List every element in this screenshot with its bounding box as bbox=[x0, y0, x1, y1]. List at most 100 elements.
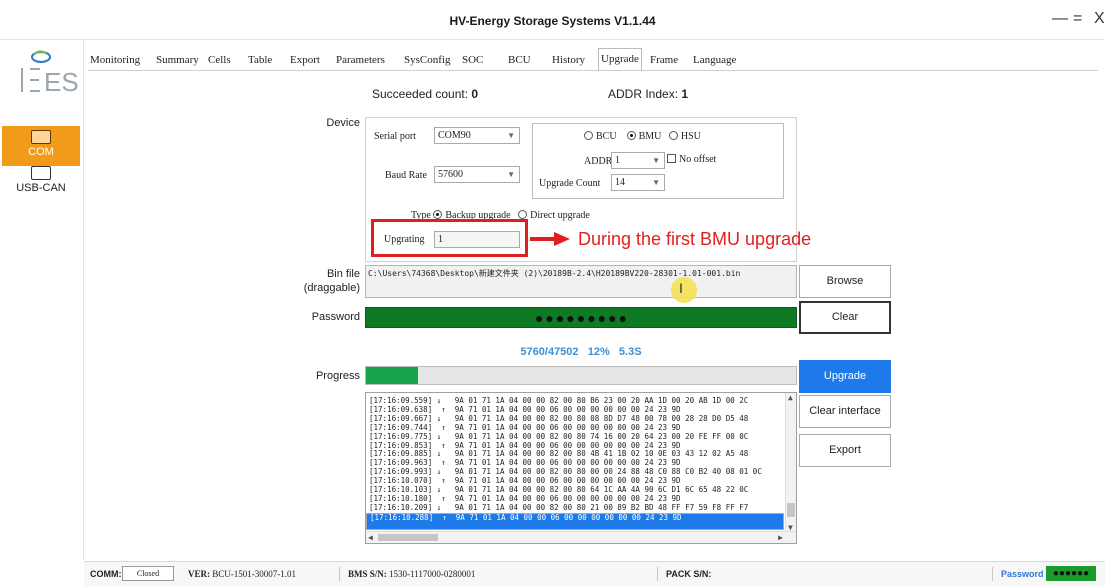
progress-time: 5.3S bbox=[618, 346, 642, 358]
log-line: [17:16:09.775] ↓ 9A 01 71 1A 04 00 00 82… bbox=[369, 431, 749, 441]
serial-port-label: Serial port bbox=[374, 131, 416, 142]
log-line: [17:16:09.885] ↓ 9A 01 71 1A 04 00 00 82… bbox=[369, 449, 749, 459]
log-line: [17:16:09.993] ↓ 9A 01 71 1A 04 00 00 82… bbox=[369, 467, 762, 477]
log-line: [17:16:10.070] ↑ 9A 71 01 1A 04 00 00 06… bbox=[369, 476, 681, 486]
tab-soc[interactable]: SOC bbox=[460, 50, 485, 70]
status-separator bbox=[339, 567, 340, 581]
status-password-label: Password bbox=[1001, 569, 1044, 579]
log-line: [17:16:10.103] ↓ 9A 01 71 1A 04 00 00 82… bbox=[369, 485, 749, 494]
radio-bcu[interactable]: BCU bbox=[584, 131, 617, 142]
log-line: [17:16:10.209] ↓ 9A 01 71 1A 04 00 00 82… bbox=[369, 502, 749, 512]
addr-value: 1 bbox=[615, 155, 620, 166]
no-offset-label: No offset bbox=[679, 154, 717, 165]
serial-port-select[interactable]: COM90 ▼ bbox=[434, 127, 520, 144]
comm-label: COMM: bbox=[90, 569, 122, 579]
tab-monitoring[interactable]: Monitoring bbox=[88, 50, 142, 70]
usb-can-icon bbox=[31, 166, 51, 180]
tab-parameters[interactable]: Parameters bbox=[334, 50, 387, 70]
radio-direct-upgrade[interactable]: Direct upgrade bbox=[518, 210, 590, 221]
status-separator bbox=[657, 567, 658, 581]
log-line: [17:16:09.853] ↑ 9A 71 01 1A 04 00 00 06… bbox=[369, 440, 681, 450]
serial-port-value: COM90 bbox=[438, 130, 471, 141]
pack-sn: PACK S/N: bbox=[666, 569, 712, 579]
succeeded-count-value: 0 bbox=[471, 87, 479, 101]
sidebar-item-usb-can[interactable]: USB-CAN bbox=[2, 162, 80, 202]
sidebar-item-com[interactable]: COM bbox=[2, 126, 80, 166]
close-button[interactable]: X bbox=[1094, 10, 1105, 28]
baud-rate-select[interactable]: 57600 ▼ bbox=[434, 166, 520, 183]
progress-bar-fill bbox=[366, 367, 418, 384]
tab-table[interactable]: Table bbox=[246, 50, 274, 70]
chevron-down-icon: ▼ bbox=[652, 156, 660, 165]
export-button[interactable]: Export bbox=[799, 434, 891, 467]
addr-label: ADDR bbox=[584, 156, 613, 167]
window-title: HV-Energy Storage Systems V1.1.44 bbox=[449, 14, 656, 28]
upgrade-count-value: 14 bbox=[615, 177, 625, 188]
scroll-thumb[interactable] bbox=[787, 503, 795, 517]
progress-percent: 12% bbox=[587, 346, 610, 358]
addr-index-value: 1 bbox=[681, 87, 689, 101]
bms-sn: BMS S/N: 1530-1117000-0280001 bbox=[348, 569, 476, 579]
tab-summary[interactable]: Summary bbox=[154, 50, 201, 70]
scroll-right-icon[interactable]: ▶ bbox=[778, 533, 783, 542]
maximize-button[interactable]: = bbox=[1073, 10, 1082, 28]
browse-button[interactable]: Browse bbox=[799, 265, 891, 298]
clear-password-button[interactable]: Clear bbox=[799, 301, 891, 334]
scroll-up-icon[interactable]: ▲ bbox=[788, 393, 793, 402]
status-password-indicator: ●●●●●● bbox=[1046, 566, 1096, 581]
chevron-down-icon: ▼ bbox=[507, 170, 515, 179]
tab-frame[interactable]: Frame bbox=[648, 50, 680, 70]
password-field[interactable]: ●●●●●●●●● bbox=[365, 307, 797, 328]
progress-text: 5760/47502 12% 5.3S bbox=[365, 346, 797, 358]
log-console[interactable]: [17:16:09.559] ↓ 9A 01 71 1A 04 00 00 82… bbox=[365, 392, 797, 544]
upgrade-button[interactable]: Upgrade bbox=[799, 360, 891, 393]
sidebar-item-label: COM bbox=[28, 146, 54, 158]
addr-index-label: ADDR Index: bbox=[608, 87, 679, 101]
radio-hsu[interactable]: HSU bbox=[668, 131, 701, 142]
chevron-down-icon: ▼ bbox=[652, 178, 660, 187]
log-line: [17:16:09.638] ↑ 9A 71 01 1A 04 00 00 06… bbox=[369, 404, 681, 414]
succeeded-count-label: Succeeded count: bbox=[372, 87, 469, 101]
no-offset-checkbox[interactable]: No offset bbox=[667, 154, 716, 165]
log-line: [17:16:09.963] ↑ 9A 71 01 1A 04 00 00 06… bbox=[369, 458, 681, 468]
tab-cells[interactable]: Cells bbox=[206, 50, 233, 70]
status-bar: COMM: Closed VER: BCU-1501-30007-1.01 BM… bbox=[84, 561, 1105, 586]
sidebar-item-label: USB-CAN bbox=[16, 182, 66, 194]
tab-divider bbox=[88, 70, 1098, 71]
annotation-arrow-icon bbox=[530, 232, 570, 246]
log-line: [17:16:10.288] ↑ 9A 71 01 1A 04 00 00 06… bbox=[366, 512, 784, 530]
horizontal-scrollbar[interactable]: ◀ ▶ bbox=[366, 531, 796, 543]
password-dots: ●●●●●●●●● bbox=[534, 310, 630, 326]
log-line: [17:16:09.559] ↓ 9A 01 71 1A 04 00 00 82… bbox=[369, 396, 749, 405]
log-line: [17:16:09.744] ↑ 9A 71 01 1A 04 00 00 06… bbox=[369, 422, 681, 432]
tab-export[interactable]: Export bbox=[288, 50, 322, 70]
upgrade-count-label: Upgrade Count bbox=[539, 178, 601, 189]
scroll-left-icon[interactable]: ◀ bbox=[368, 533, 373, 542]
radio-bmu[interactable]: BMU bbox=[626, 131, 661, 142]
upgrade-count-select[interactable]: 14 ▼ bbox=[611, 174, 665, 191]
tab-upgrade[interactable]: Upgrade bbox=[598, 48, 642, 70]
tab-sysconfig[interactable]: SysConfig bbox=[402, 50, 452, 70]
device-label: Device bbox=[326, 117, 360, 129]
vertical-scrollbar[interactable]: ▲ ▼ bbox=[785, 393, 796, 532]
password-label: Password bbox=[311, 311, 360, 323]
bin-file-path-field[interactable]: C:\Users\74368\Desktop\新建文件夹 (2)\20189B-… bbox=[365, 265, 797, 298]
minimize-button[interactable]: — bbox=[1052, 10, 1068, 28]
log-line: [17:16:10.180] ↑ 9A 71 01 1A 04 00 00 06… bbox=[369, 493, 681, 503]
tab-language[interactable]: Language bbox=[691, 50, 738, 70]
clear-interface-button[interactable]: Clear interface bbox=[799, 395, 891, 428]
scroll-thumb[interactable] bbox=[378, 534, 438, 541]
version: VER: BCU-1501-30007-1.01 bbox=[188, 569, 296, 579]
cursor-highlight bbox=[671, 277, 697, 303]
addr-index: ADDR Index: 1 bbox=[608, 87, 688, 101]
text-cursor-icon: I bbox=[679, 280, 683, 296]
tab-history[interactable]: History bbox=[550, 50, 587, 70]
bin-file-label-line2: (draggable) bbox=[303, 282, 360, 294]
baud-rate-value: 57600 bbox=[438, 169, 463, 180]
title-bar: HV-Energy Storage Systems V1.1.44 — = X bbox=[0, 0, 1105, 40]
annotation-highlight-box bbox=[371, 219, 528, 257]
addr-select[interactable]: 1 ▼ bbox=[611, 152, 665, 169]
tab-bcu[interactable]: BCU bbox=[506, 50, 533, 70]
sidebar: ES COM USB-CAN bbox=[0, 40, 84, 560]
baud-rate-label: Baud Rate bbox=[385, 170, 427, 181]
